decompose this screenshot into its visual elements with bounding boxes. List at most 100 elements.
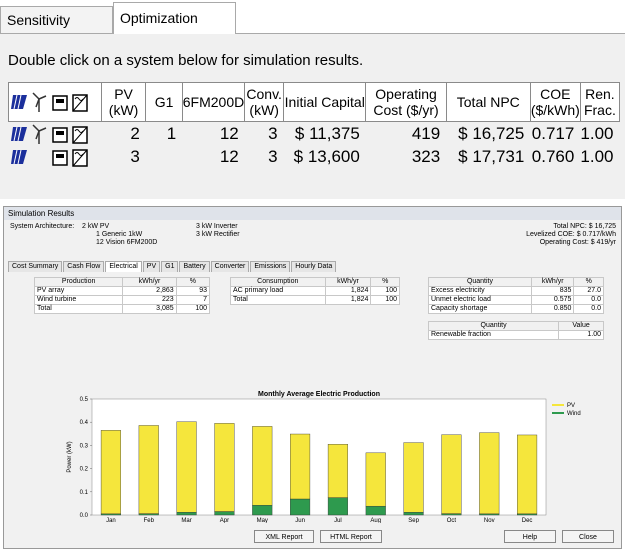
cell-converter: 3 — [268, 123, 278, 143]
x-tick-label: Dec — [522, 518, 533, 523]
y-tick-label: 0.2 — [80, 467, 89, 473]
table-cell: 27.0 — [573, 286, 604, 296]
legend-label: PV — [567, 403, 575, 409]
tab-g1[interactable]: G1 — [161, 261, 179, 272]
column-header: Quantity — [427, 321, 560, 331]
y-tick-label: 0.4 — [80, 420, 89, 426]
bar-pv-apr — [214, 423, 235, 512]
tab-converter[interactable]: Converter — [210, 261, 250, 272]
tab-electrical[interactable]: Electrical — [105, 261, 142, 272]
column-header: % — [573, 277, 604, 287]
xml-report-button[interactable]: XML Report — [254, 530, 314, 543]
table-row[interactable]: 2 1 12 3 $ 11,375 419 $ 16,725 0.717 1.0… — [9, 122, 620, 146]
consumption-table: Consumption kWh/yr% AC primary load 1,824 1… — [230, 277, 400, 305]
table-cell: 0.0 — [573, 295, 604, 305]
converter-icon — [72, 94, 88, 112]
pv-icon — [11, 94, 27, 110]
bar-pv-jul — [327, 444, 348, 498]
y-axis-label: Power (kW) — [67, 441, 73, 472]
monthly-electric-production-chart: Monthly Average Electric Production Powe… — [44, 387, 604, 523]
tab-emissions[interactable]: Emissions — [250, 261, 291, 272]
pv-icon — [10, 126, 27, 141]
column-header-coe[interactable]: COE ($/kWh) — [529, 82, 581, 122]
column-header-total-npc[interactable]: Total NPC — [445, 82, 531, 122]
bar-wind-jun — [290, 498, 311, 516]
tab-cash-flow[interactable]: Cash Flow — [63, 261, 105, 272]
table-cell: 835 — [530, 286, 575, 296]
cell-ren-frac: 1.00 — [580, 146, 614, 166]
column-header-operating-cost[interactable]: Operating Cost ($/yr) — [365, 82, 447, 122]
x-tick-label: Feb — [144, 518, 155, 523]
table-cell: 7 — [175, 295, 211, 305]
cell-initial-capital: $ 11,375 — [294, 123, 360, 143]
levelized-coe-text: Levelized COE: $ 0.717/kWh — [526, 231, 616, 238]
y-tick-label: 0.0 — [80, 513, 89, 519]
bar-pv-may — [252, 426, 273, 506]
column-header-ren-frac[interactable]: Ren. Frac. — [579, 82, 621, 122]
table-cell: Total — [230, 295, 326, 305]
cell-battery: 12 — [219, 123, 239, 143]
column-header: % — [175, 277, 211, 287]
column-header: kWh/yr — [324, 277, 372, 287]
table-cell: 100 — [175, 304, 211, 314]
table-cell: 100 — [370, 286, 400, 296]
table-cell: 1.00 — [558, 330, 604, 340]
close-button[interactable]: Close — [562, 530, 614, 543]
row-icons — [9, 122, 102, 146]
cell-initial-capital: $ 13,600 — [293, 146, 360, 166]
table-cell: Total — [33, 304, 124, 314]
cell-battery: 12 — [219, 146, 239, 166]
table-cell: 93 — [175, 286, 211, 296]
tab-pv[interactable]: PV — [142, 261, 161, 272]
bar-wind-apr — [214, 511, 235, 516]
cell-converter: 3 — [268, 146, 278, 166]
table-cell: 0.0 — [573, 304, 604, 314]
table-row: Unmet electric load 0.575 0.0 — [428, 295, 604, 305]
architecture-item: 3 kW Inverter — [196, 223, 238, 230]
column-header-battery[interactable]: 6FM200D — [181, 82, 246, 122]
bar-wind-may — [252, 505, 273, 516]
table-cell: 0.575 — [530, 295, 575, 305]
column-header: Consumption — [230, 277, 326, 287]
tab-battery[interactable]: Battery — [179, 261, 210, 272]
tab-cost-summary[interactable]: Cost Summary — [8, 261, 63, 272]
column-header-initial-capital[interactable]: Initial Capital — [283, 82, 367, 122]
table-row: Wind turbine 223 7 — [33, 295, 211, 305]
cell-operating-cost: 323 — [411, 146, 441, 166]
tab-hourly-data[interactable]: Hourly Data — [291, 261, 337, 272]
converter-icon — [71, 125, 88, 144]
help-button[interactable]: Help — [504, 530, 556, 543]
bar-pv-mar — [176, 421, 197, 513]
column-header-g1[interactable]: G1 — [145, 82, 183, 122]
cell-coe: 0.760 — [531, 146, 575, 166]
tab-sensitivity-results[interactable]: Sensitivity Results — [0, 6, 113, 55]
plot-area — [91, 398, 547, 516]
wind-turbine-icon — [31, 123, 46, 144]
column-header-pv[interactable]: PV (kW) — [100, 82, 147, 122]
table-row: PV array 2,863 93 — [33, 286, 211, 296]
table-row[interactable]: 3 12 3 $ 13,600 323 $ 17,731 0.760 1.00 — [9, 145, 620, 168]
total-npc-text: Total NPC: $ 16,725 — [553, 223, 616, 230]
instruction-text: Double click on a system below for simul… — [8, 52, 364, 69]
legend-label: Wind — [567, 411, 581, 417]
table-cell: 1,824 — [324, 286, 372, 296]
table-cell: 1,824 — [324, 295, 372, 305]
table-row: Renewable fraction 1.00 — [427, 330, 604, 340]
table-cell: Renewable fraction — [427, 330, 560, 340]
x-tick-label: Apr — [220, 518, 229, 523]
renewable-table: Quantity Value Renewable fraction 1.00 — [427, 321, 604, 340]
column-header: kWh/yr — [122, 277, 177, 287]
cell-ren-frac: 1.00 — [580, 123, 614, 143]
column-header-converter[interactable]: Conv. (kW) — [244, 82, 285, 122]
operating-cost-text: Operating Cost: $ 419/yr — [539, 239, 616, 246]
cell-pv: 3 — [130, 146, 140, 166]
simulation-results-window: Simulation Results System Architecture: … — [3, 206, 622, 549]
bar-wind-aug — [365, 505, 386, 516]
html-report-button[interactable]: HTML Report — [320, 530, 382, 543]
table-cell: 223 — [122, 295, 177, 305]
bar-wind-oct — [441, 513, 462, 516]
wind-turbine-icon — [32, 92, 47, 112]
x-tick-label: Sep — [408, 518, 419, 523]
column-header: kWh/yr — [530, 277, 575, 287]
tab-optimization-results[interactable]: Optimization Results — [113, 2, 236, 56]
